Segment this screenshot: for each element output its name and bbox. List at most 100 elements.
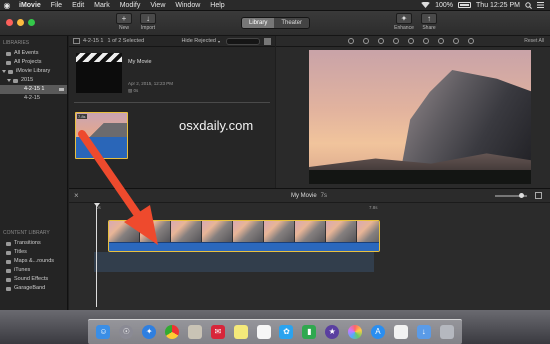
stabilization-icon[interactable]: [393, 38, 399, 44]
import-button[interactable]: ↓ Import: [134, 13, 162, 34]
numbers-icon[interactable]: ▮: [302, 325, 317, 339]
downloads-icon[interactable]: ↓: [416, 325, 431, 339]
color-balance-icon[interactable]: [348, 38, 354, 44]
libraries-sidebar: LIBRARIES All Events All Projects iMovie…: [0, 36, 68, 310]
messages-icon[interactable]: ✉: [210, 325, 225, 339]
sidebar-item-label: 2015: [21, 77, 34, 83]
timeline-title: My Movie 7s: [291, 193, 327, 199]
appstore-icon[interactable]: A: [370, 325, 385, 339]
plus-icon: +: [116, 13, 132, 24]
sidebar-item-titles[interactable]: Titles: [0, 248, 68, 257]
menu-file[interactable]: File: [46, 2, 67, 9]
sidebar-item-label: iTunes: [14, 267, 31, 273]
clip-thumbnail[interactable]: 7.8s: [75, 112, 128, 159]
photos-icon[interactable]: [348, 325, 363, 339]
disclosure-triangle-icon[interactable]: [2, 70, 6, 73]
apple-menu-icon[interactable]: ◉: [0, 1, 14, 10]
crop-icon[interactable]: [378, 38, 384, 44]
menu-help[interactable]: Help: [205, 2, 229, 9]
timeline-clip[interactable]: [108, 220, 380, 252]
disclosure-triangle-icon[interactable]: [7, 79, 11, 82]
timeline-duration: 7s: [320, 192, 328, 199]
clip-audio-waveform[interactable]: [109, 242, 379, 251]
minimize-window-button[interactable]: [17, 19, 24, 26]
sidebar-item-sound-effects[interactable]: Sound Effects: [0, 275, 68, 284]
twitter-icon[interactable]: ✿: [279, 325, 294, 339]
spotlight-icon[interactable]: [525, 1, 532, 9]
textedit-icon[interactable]: [393, 325, 408, 339]
desktop-background: ☺ ☉ ✦ ✉ ✿ ▮ ★ A ↓: [0, 310, 550, 344]
menu-modify[interactable]: Modify: [115, 2, 146, 9]
preview-icon[interactable]: [187, 325, 202, 339]
menu-clock[interactable]: Thu 12:25 PM: [476, 2, 520, 9]
share-button[interactable]: ↑ Share: [415, 13, 443, 34]
sidebar-item-label: Sound Effects: [14, 276, 49, 282]
zoom-slider-knob[interactable]: [519, 193, 524, 198]
menu-bar: ◉ iMovie File Edit Mark Modify View Wind…: [0, 0, 550, 11]
chrome-icon[interactable]: [165, 325, 180, 339]
noise-reduction-icon[interactable]: [423, 38, 429, 44]
notification-center-icon[interactable]: [537, 2, 544, 8]
timeline-project-name: My Movie: [291, 192, 317, 199]
sidebar-item-2015[interactable]: 2015: [0, 76, 67, 85]
divider: [74, 102, 270, 103]
zoom-window-button[interactable]: [28, 19, 35, 26]
import-label: Import: [140, 25, 156, 31]
titles-icon: [6, 250, 11, 255]
close-window-button[interactable]: [6, 19, 13, 26]
sidebar-item-imovie-library[interactable]: iMovie Library: [0, 67, 67, 76]
notes-icon[interactable]: [233, 325, 248, 339]
timeline-settings-icon[interactable]: [535, 192, 542, 199]
view-segmented-control: Library Theater: [241, 17, 311, 29]
battery-icon[interactable]: [458, 2, 472, 8]
projects-icon: [6, 60, 11, 65]
sidebar-item-itunes[interactable]: iTunes: [0, 266, 68, 275]
safari-icon[interactable]: ✦: [142, 325, 157, 339]
wifi-icon[interactable]: [421, 2, 430, 8]
launchpad-icon[interactable]: ☉: [119, 325, 134, 339]
sidebar-toggle-icon[interactable]: [73, 38, 80, 44]
sidebar-item-label: Transitions: [14, 240, 41, 246]
calendar-icon[interactable]: [256, 325, 271, 339]
sidebar-item-event-4-2-15-1[interactable]: 4-2-15 1: [0, 85, 67, 94]
tab-library[interactable]: Library: [242, 18, 275, 28]
project-title[interactable]: My Movie: [128, 59, 152, 65]
trash-icon[interactable]: [439, 325, 454, 339]
imovie-icon[interactable]: ★: [325, 325, 340, 339]
filmstrip-settings-icon[interactable]: [264, 37, 271, 45]
content-library-header: CONTENT LIBRARY: [3, 230, 50, 236]
sidebar-item-all-events[interactable]: All Events: [0, 49, 67, 58]
battery-percent: 100%: [435, 1, 454, 9]
close-icon[interactable]: ×: [74, 191, 79, 200]
menu-window[interactable]: Window: [170, 2, 205, 9]
menu-mark[interactable]: Mark: [89, 2, 115, 9]
search-input[interactable]: [226, 37, 260, 45]
share-icon: ↑: [421, 13, 437, 24]
menu-view[interactable]: View: [145, 2, 170, 9]
drop-zone[interactable]: [94, 252, 374, 272]
sidebar-item-transitions[interactable]: Transitions: [0, 239, 68, 248]
sidebar-item-event-4-2-15[interactable]: 4-2-15: [0, 94, 67, 103]
sidebar-item-maps-backgrounds[interactable]: Maps &...rounds: [0, 257, 68, 266]
sidebar-item-label: All Events: [14, 50, 39, 56]
sidebar-item-all-projects[interactable]: All Projects: [0, 58, 67, 67]
sidebar-item-garageband[interactable]: GarageBand: [0, 284, 68, 293]
color-correction-icon[interactable]: [363, 38, 369, 44]
reset-all-button[interactable]: Reset All: [524, 38, 544, 44]
tab-theater[interactable]: Theater: [274, 18, 310, 28]
selection-count: 1 of 2 Selected: [107, 38, 145, 44]
content-library: CONTENT LIBRARY Transitions Titles Maps …: [0, 226, 68, 293]
filter-icon[interactable]: [453, 38, 459, 44]
menu-app-name[interactable]: iMovie: [14, 2, 46, 9]
playhead[interactable]: [94, 203, 100, 307]
info-icon[interactable]: [468, 38, 474, 44]
zoom-slider[interactable]: [495, 193, 527, 198]
volume-icon[interactable]: [408, 38, 414, 44]
speed-icon[interactable]: [438, 38, 444, 44]
video-preview[interactable]: [309, 50, 531, 184]
filter-select[interactable]: Hide Rejected: [181, 38, 216, 44]
project-thumbnail[interactable]: [76, 53, 122, 93]
finder-icon[interactable]: ☺: [96, 325, 111, 339]
enhance-button[interactable]: ✦ Enhance: [390, 13, 418, 34]
menu-edit[interactable]: Edit: [67, 2, 89, 9]
